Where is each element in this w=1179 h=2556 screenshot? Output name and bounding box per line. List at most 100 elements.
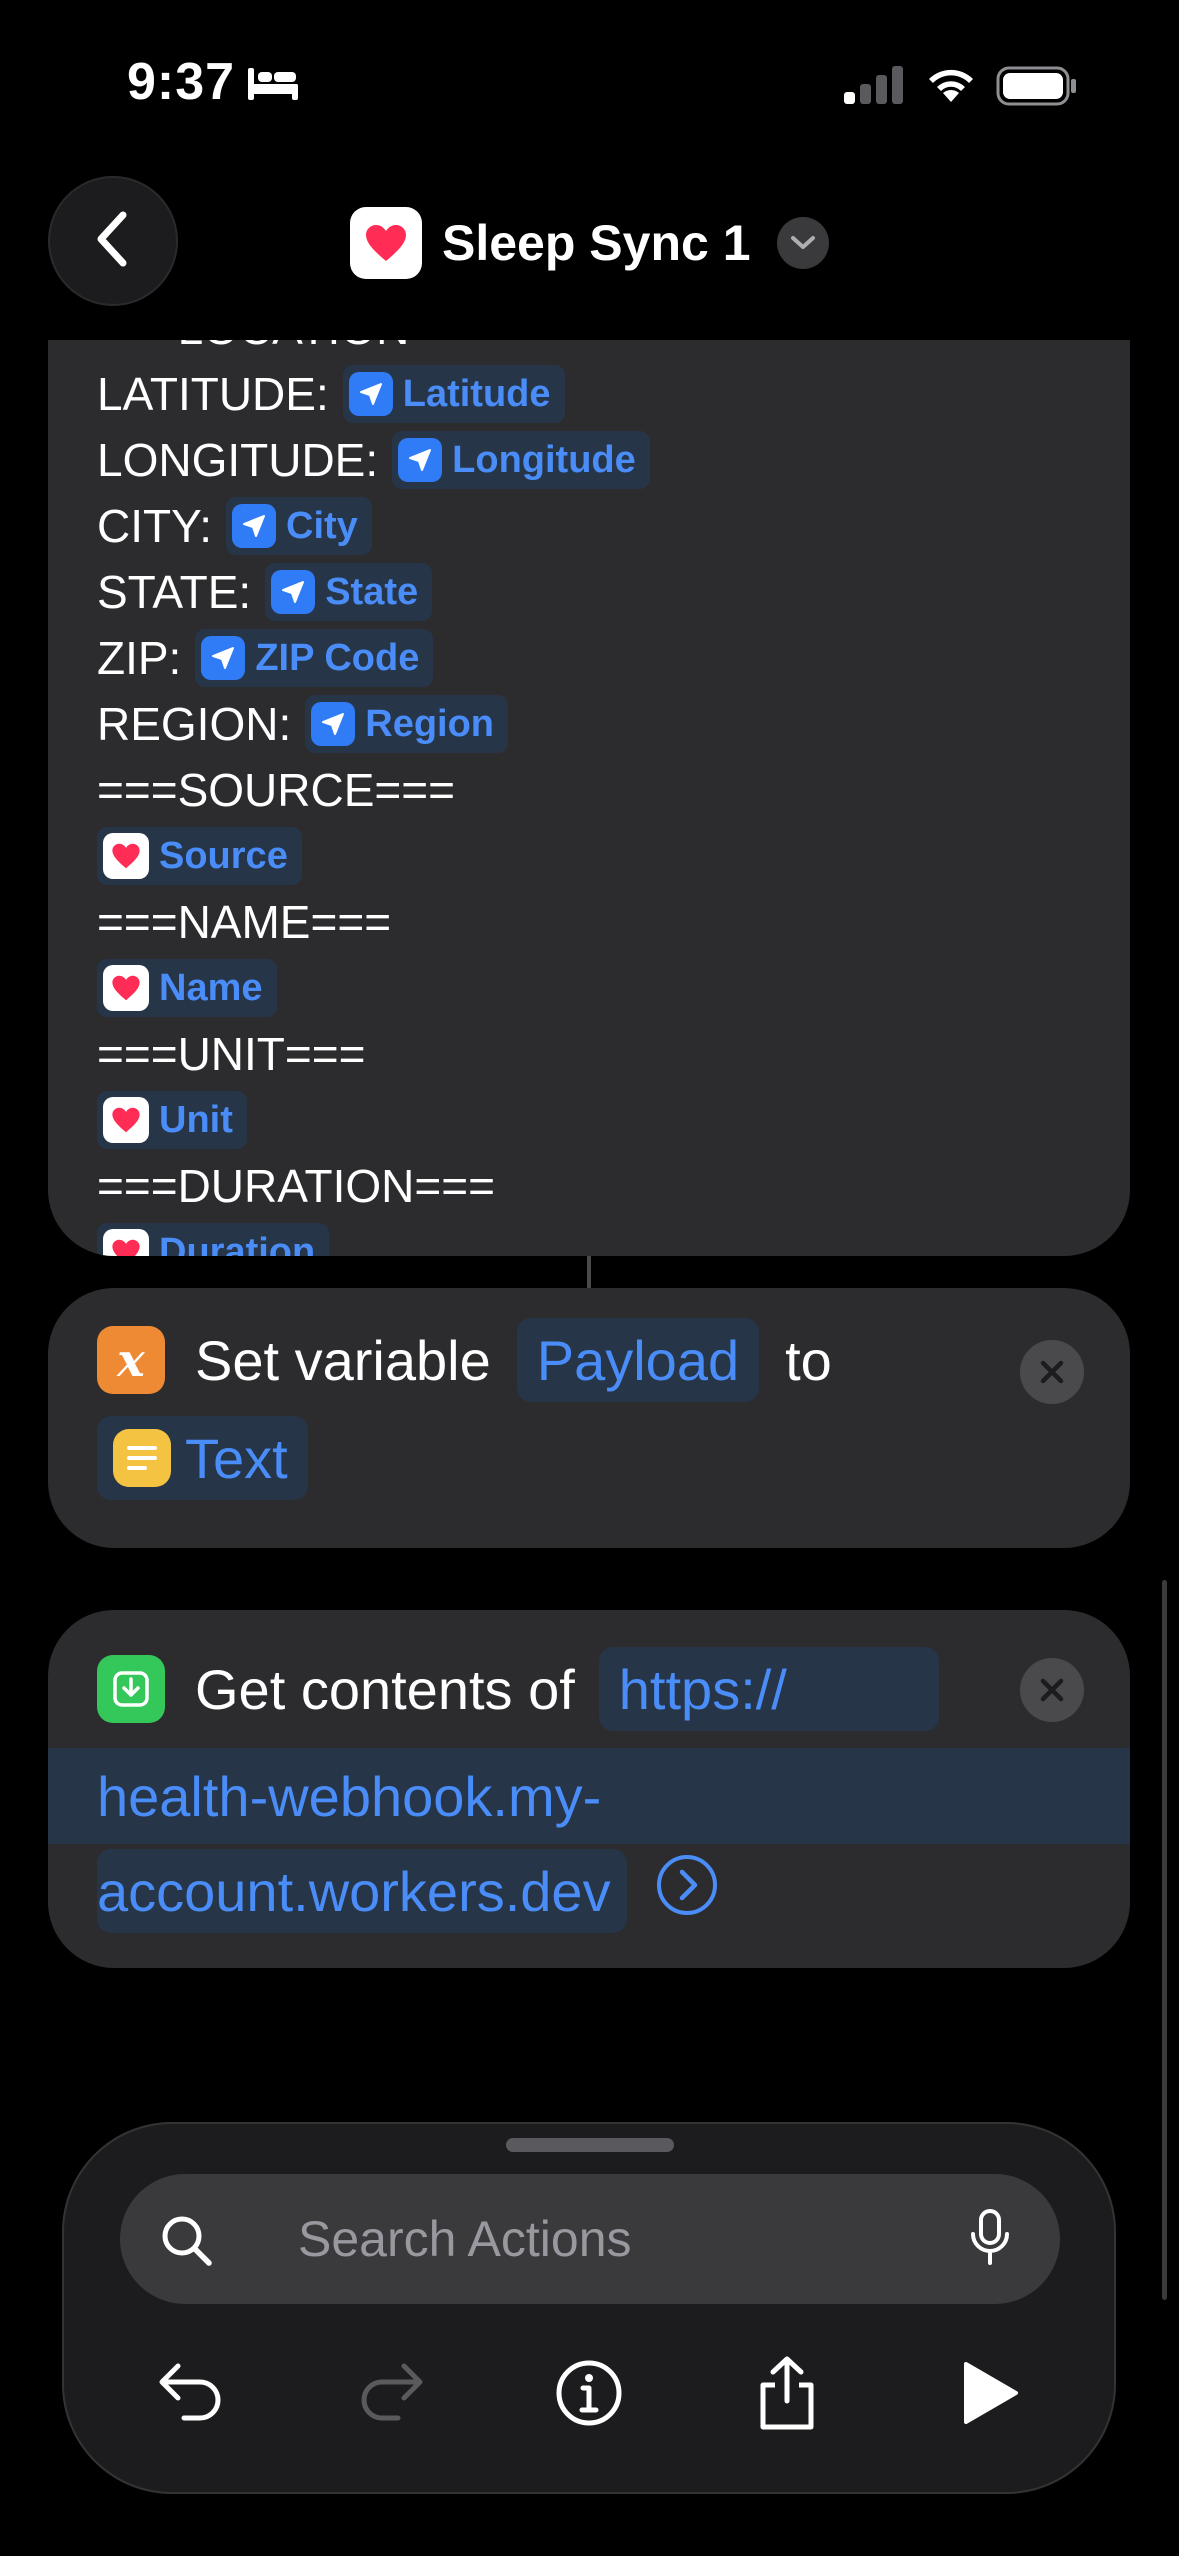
url-chip-end[interactable]: account.workers.dev bbox=[97, 1849, 627, 1933]
close-x-icon[interactable] bbox=[1020, 1340, 1084, 1404]
text-line-label: ===LOCATION=== bbox=[97, 340, 490, 355]
shortcut-title-menu[interactable]: Sleep Sync 1 bbox=[350, 206, 829, 280]
text-line: Duration bbox=[97, 1219, 650, 1256]
variable-chip[interactable]: Region bbox=[305, 695, 509, 753]
url-text-part2[interactable]: health-webhook.my- bbox=[97, 1764, 601, 1829]
variable-chip[interactable]: Source bbox=[97, 827, 302, 885]
text-line-label: REGION: bbox=[97, 698, 292, 750]
variable-chip[interactable]: City bbox=[226, 497, 372, 555]
variable-chip-label: State bbox=[325, 570, 419, 613]
get-contents-action[interactable]: Get contents of https:// health-webhook.… bbox=[48, 1610, 1130, 1968]
scroll-indicator[interactable] bbox=[1162, 1580, 1167, 2300]
variable-chip-label: Duration bbox=[159, 1230, 316, 1257]
search-input[interactable]: Search Actions bbox=[298, 2210, 632, 2268]
url-text-part3: account.workers.dev bbox=[97, 1859, 611, 1923]
undo-icon[interactable] bbox=[146, 2348, 236, 2438]
variable-chip-label: Unit bbox=[159, 1098, 233, 1141]
text-line: REGION: Region bbox=[97, 691, 650, 757]
text-line: ===DURATION=== bbox=[97, 1153, 650, 1219]
chevron-down-icon bbox=[776, 217, 829, 269]
variable-chip-label: Latitude bbox=[402, 372, 551, 415]
set-variable-label: Set variable bbox=[195, 1328, 491, 1392]
text-value-label: Text bbox=[185, 1426, 288, 1490]
text-line: CITY: City bbox=[97, 493, 650, 559]
url-chip-start[interactable]: https:// bbox=[598, 1647, 939, 1731]
health-heart-icon bbox=[350, 207, 422, 279]
text-line-label: CITY: bbox=[97, 500, 213, 552]
variable-chip-label: City bbox=[286, 504, 358, 547]
microphone-icon[interactable] bbox=[968, 2208, 1012, 2273]
text-action-card[interactable]: ===LOCATION=== LATITUDE: Latitude LONGITUDE… bbox=[48, 340, 1130, 1256]
text-line: ===SOURCE=== bbox=[97, 757, 650, 823]
wifi-icon bbox=[924, 62, 978, 109]
health-heart-icon bbox=[103, 1097, 149, 1143]
location-arrow-icon bbox=[311, 702, 356, 746]
variable-x-icon: x bbox=[97, 1326, 165, 1394]
text-line-label: ZIP: bbox=[97, 632, 182, 684]
text-line-label: LATITUDE: bbox=[97, 368, 329, 420]
text-line: ===LOCATION=== bbox=[97, 340, 650, 361]
text-line: ===UNIT=== bbox=[97, 1021, 650, 1087]
health-heart-icon bbox=[103, 1229, 149, 1256]
redo-icon[interactable] bbox=[346, 2348, 436, 2438]
location-arrow-icon bbox=[398, 438, 443, 482]
text-line: ===NAME=== bbox=[97, 889, 650, 955]
variable-chip-label: Name bbox=[159, 966, 263, 1009]
search-icon bbox=[160, 2214, 214, 2273]
text-line-label: STATE: bbox=[97, 566, 252, 618]
text-line-label: ===NAME=== bbox=[97, 896, 392, 948]
close-x-icon[interactable] bbox=[1020, 1658, 1084, 1722]
battery-icon bbox=[996, 66, 1078, 111]
text-line: Name bbox=[97, 955, 650, 1021]
text-line: Unit bbox=[97, 1087, 650, 1153]
text-line: Source bbox=[97, 823, 650, 889]
variable-chip-label: Longitude bbox=[452, 438, 636, 481]
variable-chip[interactable]: ZIP Code bbox=[195, 629, 434, 687]
bed-icon bbox=[246, 66, 300, 107]
text-line-label: LONGITUDE: bbox=[97, 434, 379, 486]
variable-chip[interactable]: Unit bbox=[97, 1091, 247, 1149]
status-bar: 9:37 bbox=[0, 0, 1179, 170]
variable-chip[interactable]: Duration bbox=[97, 1223, 330, 1257]
to-label: to bbox=[785, 1328, 832, 1392]
info-icon[interactable] bbox=[544, 2348, 634, 2438]
search-field[interactable]: Search Actions bbox=[120, 2174, 1060, 2304]
page-title: Sleep Sync 1 bbox=[442, 215, 751, 271]
bottom-action-panel: Search Actions bbox=[62, 2122, 1116, 2494]
text-line-label: ===SOURCE=== bbox=[97, 764, 455, 816]
back-chevron-icon bbox=[93, 209, 133, 274]
sheet-grabber[interactable] bbox=[506, 2138, 674, 2152]
variable-chip[interactable]: Longitude bbox=[392, 431, 650, 489]
chevron-right-circle-icon[interactable] bbox=[655, 1853, 719, 1930]
variable-chip-label: Source bbox=[159, 834, 288, 877]
download-icon bbox=[97, 1655, 165, 1723]
variable-chip[interactable]: State bbox=[265, 563, 433, 621]
get-contents-label: Get contents of bbox=[195, 1657, 575, 1721]
text-content[interactable]: ===LOCATION=== LATITUDE: Latitude LONGITUDE… bbox=[97, 340, 650, 1256]
text-value-chip[interactable]: Text bbox=[97, 1416, 308, 1500]
location-arrow-icon bbox=[271, 570, 316, 614]
variable-name-chip[interactable]: Payload bbox=[516, 1318, 760, 1402]
health-heart-icon bbox=[103, 833, 149, 879]
variable-chip[interactable]: Name bbox=[97, 959, 277, 1017]
text-line: ZIP: ZIP Code bbox=[97, 625, 650, 691]
url-text-part1: https:// bbox=[618, 1657, 787, 1721]
play-icon[interactable] bbox=[944, 2348, 1034, 2438]
location-arrow-icon bbox=[348, 372, 393, 416]
action-connector bbox=[587, 1256, 591, 1290]
location-arrow-icon bbox=[232, 504, 277, 548]
variable-chip[interactable]: Latitude bbox=[342, 365, 565, 423]
variable-chip-label: ZIP Code bbox=[255, 636, 420, 679]
set-variable-action[interactable]: x Set variable Payload to Text bbox=[48, 1288, 1130, 1548]
text-lines-icon bbox=[113, 1429, 171, 1487]
signal-icon bbox=[844, 66, 906, 109]
location-arrow-icon bbox=[201, 636, 246, 680]
share-icon[interactable] bbox=[742, 2348, 832, 2438]
text-line: LATITUDE: Latitude bbox=[97, 361, 650, 427]
text-line: LONGITUDE: Longitude bbox=[97, 427, 650, 493]
back-button[interactable] bbox=[48, 176, 178, 306]
health-heart-icon bbox=[103, 965, 149, 1011]
text-line-label: ===DURATION=== bbox=[97, 1160, 495, 1212]
text-line-label: ===UNIT=== bbox=[97, 1028, 366, 1080]
text-line: STATE: State bbox=[97, 559, 650, 625]
